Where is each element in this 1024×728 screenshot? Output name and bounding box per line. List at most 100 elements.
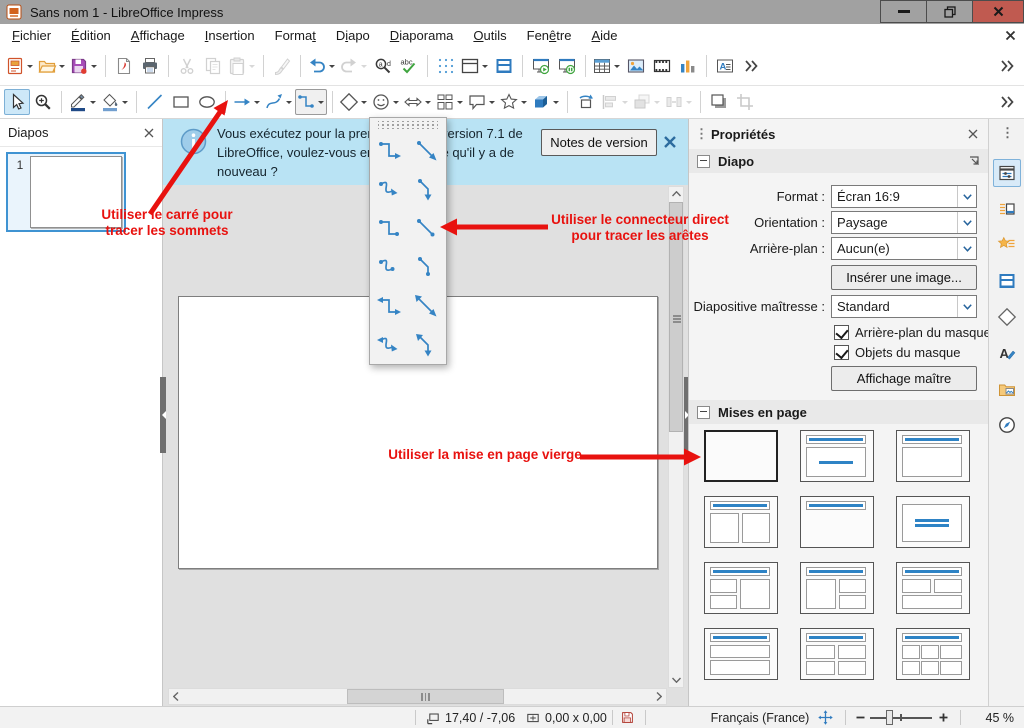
straight-connector-with-arrows[interactable] [407,286,444,325]
scroll-left-icon[interactable] [173,692,179,701]
horizontal-scrollbar[interactable] [168,688,667,705]
zoom-level[interactable]: 45 % [986,707,1015,728]
export-pdf-button[interactable] [111,53,137,79]
fill-color-dropdown-arrow[interactable] [120,89,130,115]
stars-banners-dropdown-arrow[interactable] [519,89,529,115]
find-replace-button[interactable]: ad [370,53,396,79]
connector-with-arrows[interactable] [370,286,407,325]
insert-line-button[interactable] [142,89,168,115]
panel-grip-icon[interactable]: ⋮ [695,126,707,142]
insert-table-dropdown-arrow[interactable] [612,53,622,79]
minimize-button[interactable] [880,0,926,23]
connector[interactable] [370,208,407,247]
layout-title-content-over-content[interactable] [704,628,778,680]
zoom-slider-thumb[interactable] [886,710,893,725]
layouts-section-header[interactable]: Mises en page [689,400,988,424]
open-button[interactable] [36,53,68,79]
collapse-icon[interactable] [697,155,710,168]
background-dropdown-icon[interactable] [957,238,976,259]
curved-connector-with-arrows[interactable] [370,325,407,364]
slide-panel-close-icon[interactable] [144,128,154,138]
save-dropdown-arrow[interactable] [89,53,99,79]
block-arrows-button[interactable] [402,89,434,115]
insert-textbox-button[interactable]: A [712,53,738,79]
tab-animation[interactable] [993,231,1021,259]
master-slide-select[interactable]: Standard [831,295,977,318]
shadow-button[interactable] [706,89,732,115]
curved-connector[interactable] [370,247,407,286]
format-dropdown-icon[interactable] [957,186,976,207]
toolbar-overflow-right-button[interactable] [994,89,1020,115]
master-slide-button[interactable] [491,53,517,79]
palette-drag-handle[interactable] [378,121,438,129]
menu-item-diapo[interactable]: Diapo [326,25,380,46]
stars-banners-button[interactable] [498,89,530,115]
callouts-dropdown-arrow[interactable] [487,89,497,115]
menu-item-aide[interactable]: Aide [581,25,627,46]
close-button[interactable] [972,0,1024,23]
symbol-shapes-button[interactable] [370,89,402,115]
new-presentation-button[interactable] [4,53,36,79]
lines-and-arrows-dropdown-arrow[interactable] [252,89,262,115]
menu-item-outils[interactable]: Outils [463,25,516,46]
language-selector[interactable]: Français (France) [680,707,840,728]
insert-image-button[interactable]: Insérer une image... [831,265,977,290]
tab-properties[interactable] [993,159,1021,187]
layout-title-2content-and-content[interactable] [704,562,778,614]
line-connector-with-arrows[interactable] [407,325,444,364]
undo-dropdown-arrow[interactable] [327,53,337,79]
3d-objects-button[interactable] [530,89,562,115]
objects-mask-checkbox[interactable]: Objets du masque [834,345,961,360]
display-views-button[interactable] [459,53,491,79]
tab-gallery[interactable] [993,375,1021,403]
orientation-select[interactable]: Paysage [831,211,977,234]
menu-item-fichier[interactable]: Fichier [2,25,61,46]
line-connector-ends-with-arrow[interactable] [407,169,444,208]
fill-color-button[interactable] [99,89,131,115]
new-presentation-dropdown-arrow[interactable] [25,53,35,79]
slide-thumbnail-1[interactable]: 1 [6,152,126,232]
menu-item-affichage[interactable]: Affichage [121,25,195,46]
open-dropdown-arrow[interactable] [57,53,67,79]
layout-title-4content[interactable] [800,628,874,680]
straight-connector-ends-with-arrow[interactable] [407,130,444,169]
document-modified-indicator[interactable] [620,707,635,728]
line-connector[interactable] [407,247,444,286]
tab-master-slides[interactable] [993,267,1021,295]
horizontal-scrollbar-thumb[interactable] [347,689,504,704]
tab-shapes[interactable] [993,303,1021,331]
vertical-scrollbar[interactable] [668,186,684,688]
callouts-button[interactable] [466,89,498,115]
collapse-icon[interactable] [697,406,710,419]
display-views-dropdown-arrow[interactable] [480,53,490,79]
close-document-icon[interactable] [1005,30,1016,41]
menu-item-insertion[interactable]: Insertion [195,25,265,46]
connectors-dropdown-arrow[interactable] [316,89,326,115]
format-select[interactable]: Écran 16:9 [831,185,977,208]
release-notes-button[interactable]: Notes de version [541,129,657,156]
layout-title-content-and-2content[interactable] [800,562,874,614]
scroll-up-icon[interactable] [670,187,683,201]
toolbar-overflow-right-button[interactable] [994,53,1020,79]
slide-section-header[interactable]: Diapo [689,149,988,173]
symbol-shapes-dropdown-arrow[interactable] [391,89,401,115]
flowchart-button[interactable] [434,89,466,115]
start-from-first-slide-button[interactable] [528,53,554,79]
menu-item-edition[interactable]: Édition [61,25,121,46]
start-from-current-slide-button[interactable] [554,53,580,79]
menu-item-diaporama[interactable]: Diaporama [380,25,464,46]
master-slide-dropdown-icon[interactable] [957,296,976,317]
zoom-slider[interactable] [870,707,932,728]
zoom-button[interactable] [30,89,56,115]
curves-polygons-button[interactable] [263,89,295,115]
curved-connector-ends-with-arrow[interactable] [370,169,407,208]
fit-slide-button[interactable] [817,707,834,728]
3d-objects-dropdown-arrow[interactable] [551,89,561,115]
layout-title-2content[interactable] [704,496,778,548]
curves-polygons-dropdown-arrow[interactable] [284,89,294,115]
orientation-dropdown-icon[interactable] [957,212,976,233]
insert-image-button[interactable] [623,53,649,79]
layout-title-2content-over-content[interactable] [896,562,970,614]
tab-styles[interactable]: A [993,339,1021,367]
tab-navigator[interactable] [993,411,1021,439]
